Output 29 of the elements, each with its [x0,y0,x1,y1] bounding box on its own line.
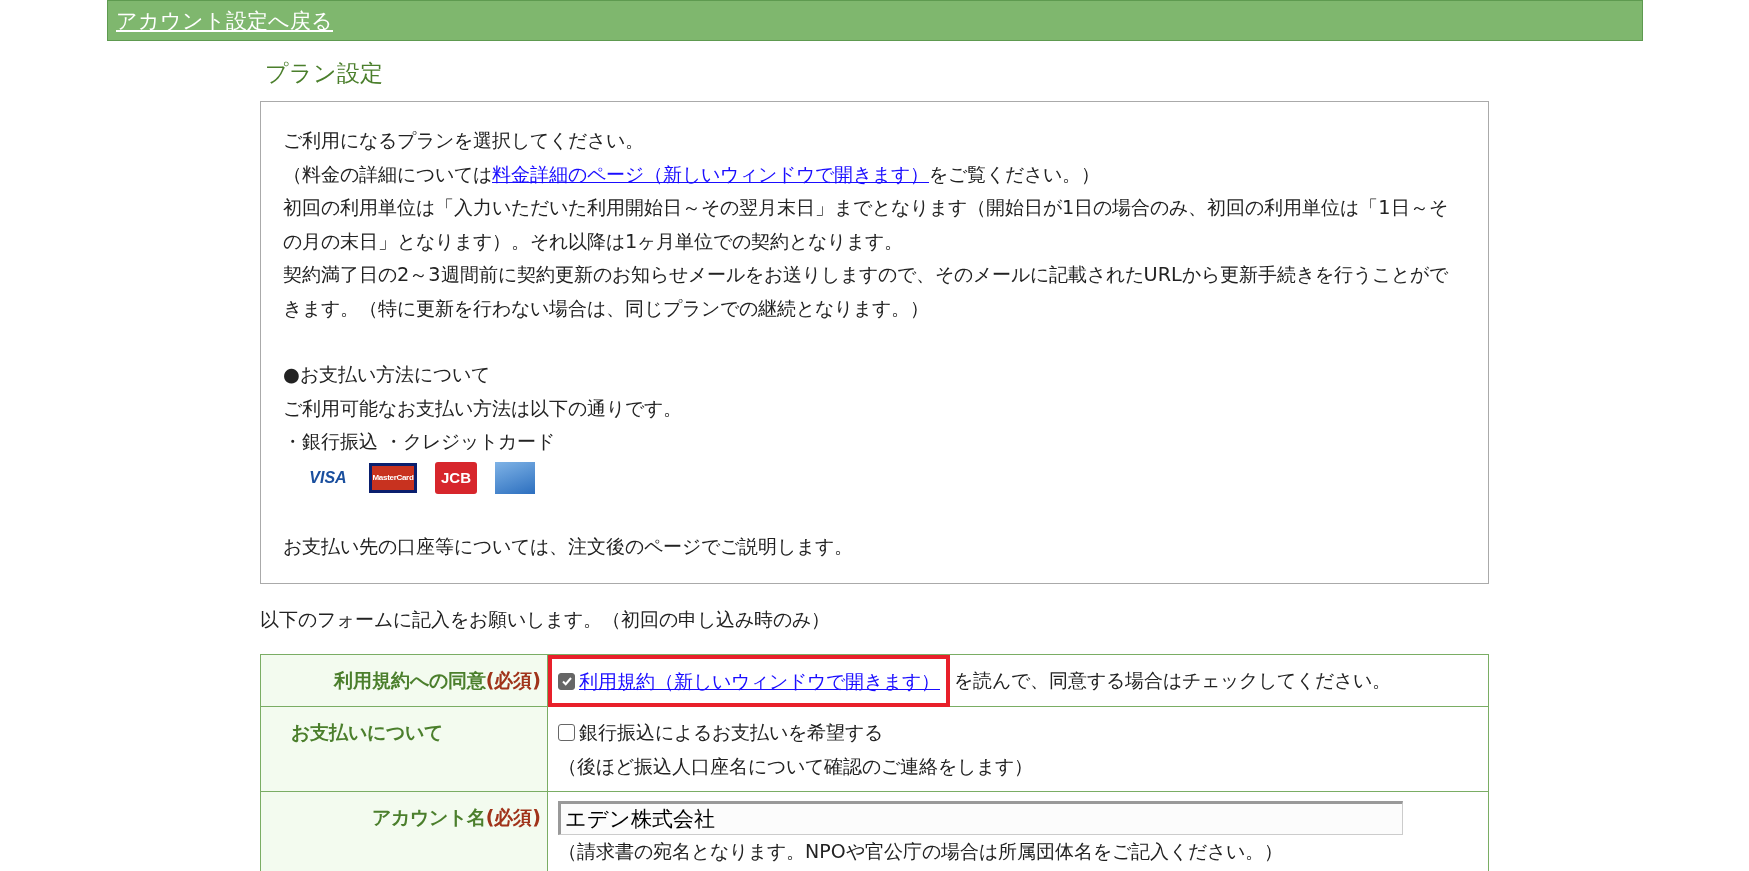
info-paragraph: 契約満了日の2～3週間前に契約更新のお知らせメールをお送りしますので、そのメールに記載されたURLから更新手続きを行うことができます。（特に更新を行わない場合は、同じプランでの継続となります。） [283,262,1449,322]
field-note: （請求書の宛名となります。NPOや官公庁の場合は所属団体名をご記入ください。） [558,838,1284,864]
payment-note: お支払い先の口座等については、注文後のページでご説明します。 [283,533,854,560]
fee-text: （料金の詳細については料金詳細のページ（新しいウィンドウで開きます）をご覧ください。） [283,161,1101,188]
field-note: （後ほど振込人口座名について確認のご連絡をします） [558,753,1034,779]
payment-text: ご利用可能なお支払い方法は以下の通りです。 [283,395,683,422]
info-paragraph: 初回の利用単位は「入力いただいた利用開始日～その翌月末日」までとなります（開始日が1日の場合のみ、初回の利用単位は「1日～その月の末日」となります）。それ以降は1ヶ月単位での契約となります。 [283,195,1449,255]
terms-link[interactable]: 利用規約（新しいウィンドウで開きます） [579,665,940,697]
checkbox-label: 銀行振込によるお支払いを希望する [579,720,883,745]
checkbox[interactable] [558,672,575,690]
visa-logo: VISA [308,467,348,488]
checkmark-icon [560,675,573,687]
intro-text: ご利用になるプランを選択してください。 [283,128,645,154]
form-intro: 以下のフォームに記入をお願いします。（初回の申し込み時のみ） [260,607,831,632]
checkbox[interactable] [558,723,575,741]
required-mark: (必須) [485,669,541,691]
account-name-field[interactable]: エデン株式会社 [558,800,1403,835]
amex-logo [495,461,535,494]
fee-details-link[interactable]: 料金詳細のページ（新しいウィンドウで開きます） [492,162,929,186]
payment-heading: ●お支払い方法について [283,362,491,388]
jcb-logo: JCB [435,461,477,494]
required-mark: (必須) [485,805,541,828]
page-heading: プラン設定 [265,59,384,88]
agreement-text: を読んで、同意する場合はチェックしてください。 [954,669,1391,691]
field-label: 利用規約への同意 [333,669,486,691]
mastercard-logo: MasterCard [369,462,417,493]
field-label: アカウント名 [371,805,486,828]
payment-methods-text: ・銀行振込 ・クレジットカード [283,429,557,455]
field-label: お支払いについて [291,721,443,743]
